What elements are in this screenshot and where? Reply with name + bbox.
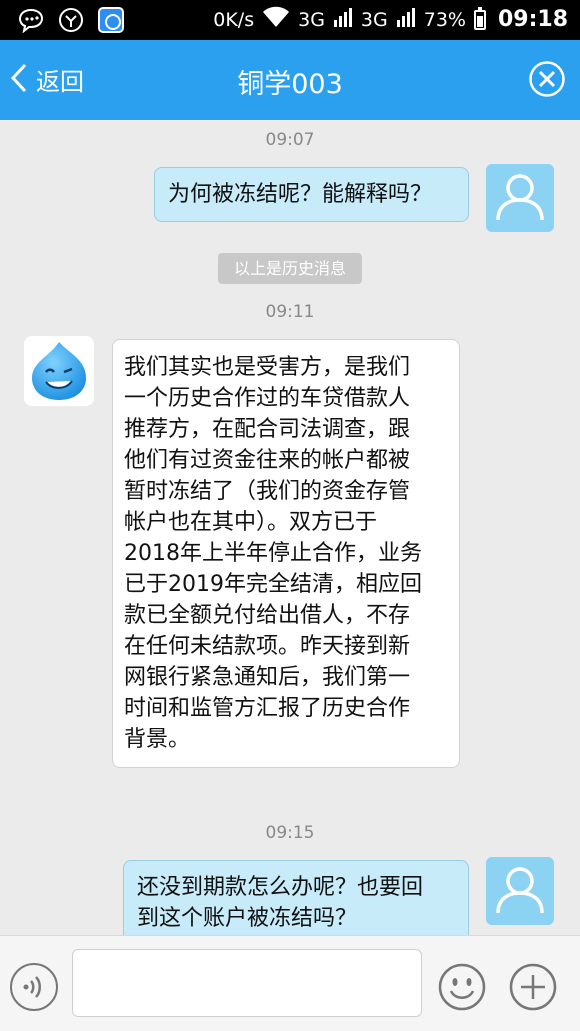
- smiley-drop-icon: [32, 342, 86, 400]
- message-line: 款已全额兑付给出借人，不存: [124, 603, 411, 628]
- more-button[interactable]: [508, 962, 558, 1012]
- timestamp: 09:11: [265, 302, 315, 322]
- message-line: 时间和监管方汇报了历史合作: [124, 696, 411, 721]
- clock: 09:18: [497, 7, 568, 32]
- plus-icon: [509, 963, 557, 1011]
- incoming-message[interactable]: 我们其实也是受害方，是我们 一个历史合作过的车贷借款人 推荐方，在配合司法调查，…: [112, 339, 460, 768]
- status-bar-system: 0K/s 3G 3G 73% 09:18: [213, 6, 568, 33]
- outgoing-message[interactable]: 为何被冻结呢？能解释吗？: [154, 167, 469, 222]
- user-avatar[interactable]: [486, 857, 554, 925]
- emoji-button[interactable]: [437, 962, 487, 1012]
- signal-bars-icon: [333, 6, 353, 33]
- chat-notification-icon: [18, 7, 44, 33]
- message-line: 在任何未结款项。昨天接到新: [124, 634, 411, 659]
- close-icon: [529, 61, 565, 97]
- close-button[interactable]: [528, 60, 566, 98]
- message-line: 2018年上半年停止合作，业务: [124, 541, 422, 566]
- voice-button[interactable]: [10, 963, 58, 1011]
- history-divider: 以上是历史消息: [218, 253, 362, 284]
- message-line: 一个历史合作过的车贷借款人: [124, 386, 411, 411]
- timestamp: 09:15: [265, 823, 315, 843]
- message-line: 暂时冻结了（我们的资金存管: [124, 479, 411, 504]
- message-line: 还没到期款怎么办呢？也要回: [137, 875, 424, 900]
- message-line: 已于2019年完全结清，相应回: [124, 572, 422, 597]
- chat-title: 铜学003: [237, 69, 343, 100]
- message-line: 网银行紧急通知后，我们第一: [124, 665, 411, 690]
- message-line: 我们其实也是受害方，是我们: [124, 355, 411, 380]
- message-line: 帐户也在其中）。双方已于: [124, 510, 378, 535]
- status-bar: 0K/s 3G 3G 73% 09:18: [0, 0, 580, 40]
- network-speed: 0K/s: [213, 8, 255, 31]
- voice-wave-icon: [23, 976, 41, 998]
- message-input[interactable]: [72, 949, 422, 1017]
- outgoing-message[interactable]: 还没到期款怎么办呢？也要回 到这个账户被冻结吗？: [123, 860, 469, 935]
- input-bar: [0, 935, 580, 1031]
- status-bar-notifications: [18, 7, 124, 33]
- title-bar: 返回 铜学003: [0, 40, 580, 120]
- message-line: 推荐方，在配合司法调查，跟: [124, 417, 411, 442]
- message-list[interactable]: 09:07 为何被冻结呢？能解释吗？ 以上是历史消息 09:11 我们其实也是受…: [0, 120, 580, 935]
- signal-bars-icon: [396, 6, 416, 33]
- user-silhouette-icon: [496, 867, 544, 914]
- battery-percent: 73%: [423, 8, 466, 31]
- service-avatar[interactable]: [24, 336, 94, 406]
- message-line: 背景。: [124, 727, 191, 752]
- message-line: 他们有过资金往来的帐户都被: [124, 448, 411, 473]
- signal-label-2: 3G: [360, 8, 388, 31]
- wifi-icon: [262, 6, 290, 33]
- timestamp: 09:07: [265, 130, 315, 150]
- user-silhouette-icon: [496, 174, 544, 221]
- message-line: 到这个账户被冻结吗？: [137, 906, 358, 931]
- signal-label-1: 3G: [298, 8, 325, 31]
- battery-icon: [473, 6, 486, 30]
- user-avatar[interactable]: [486, 164, 554, 232]
- app-launcher-icon: [98, 7, 124, 33]
- app-notification-icon: [58, 7, 84, 33]
- smiley-icon: [438, 963, 486, 1011]
